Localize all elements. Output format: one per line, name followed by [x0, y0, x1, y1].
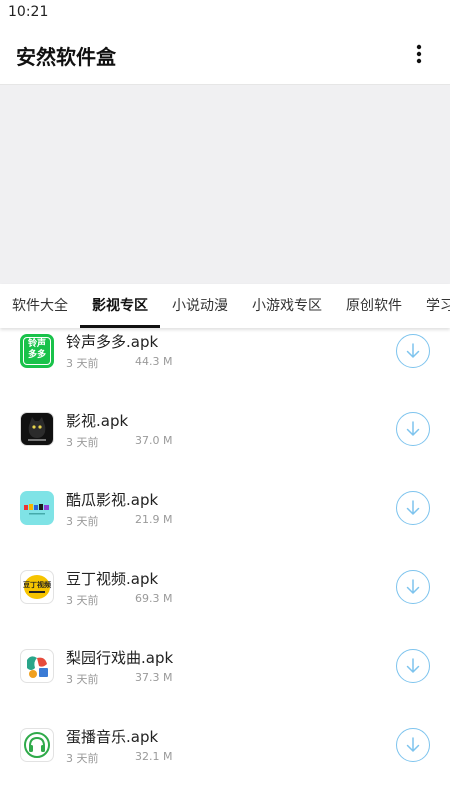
tab-video-zone[interactable]: 影视专区: [92, 284, 148, 328]
file-size: 37.3 M: [135, 671, 173, 684]
black-cat-app-icon: [20, 412, 54, 446]
download-button[interactable]: [396, 491, 430, 525]
tab-software-all[interactable]: 软件大全: [12, 284, 68, 328]
download-button[interactable]: [396, 334, 430, 368]
download-arrow-icon: [406, 737, 420, 752]
status-time: 10:21: [8, 4, 49, 20]
danbo-music-app-icon: [20, 728, 54, 762]
kugua-app-icon: [20, 491, 54, 525]
file-time: 3 天前: [66, 515, 99, 528]
file-time: 3 天前: [66, 594, 99, 607]
lingsheng-duoduo-app-icon: 铃声 多多: [20, 334, 54, 368]
list-item[interactable]: 铃声 多多 铃声多多.apk 3 天前 44.3 M: [0, 328, 450, 390]
file-size: 21.9 M: [135, 513, 173, 526]
active-tab-indicator: [80, 325, 160, 328]
file-size: 37.0 M: [135, 434, 173, 447]
list-item[interactable]: 蛋播音乐.apk 3 天前 32.1 M: [0, 706, 450, 785]
file-name: 铃声多多.apk: [66, 333, 159, 351]
liyuan-app-icon: [20, 649, 54, 683]
tab-novel-anime[interactable]: 小说动漫: [172, 284, 228, 328]
download-button[interactable]: [396, 570, 430, 604]
download-button[interactable]: [396, 728, 430, 762]
download-button[interactable]: [396, 649, 430, 683]
file-size: 44.3 M: [135, 355, 173, 368]
status-bar: 10:21: [0, 0, 450, 24]
file-time: 3 天前: [66, 436, 99, 449]
download-arrow-icon: [406, 500, 420, 515]
category-tabs: 软件大全 影视专区 小说动漫 小游戏专区 原创软件 学习: [0, 284, 450, 328]
file-size: 32.1 M: [135, 750, 173, 763]
list-item[interactable]: 酷瓜影视.apk 3 天前 21.9 M: [0, 469, 450, 548]
file-name: 影视.apk: [66, 412, 129, 430]
list-item[interactable]: 梨园行戏曲.apk 3 天前 37.3 M: [0, 627, 450, 706]
app-title: 安然软件盒: [16, 45, 116, 69]
download-arrow-icon: [406, 421, 420, 436]
file-name: 酷瓜影视.apk: [66, 491, 159, 509]
tab-study[interactable]: 学习: [426, 284, 450, 328]
file-list: 铃声 多多 铃声多多.apk 3 天前 44.3 M 影视.apk 3 天前 37…: [0, 328, 450, 800]
list-item[interactable]: 豆丁视频 豆丁视频.apk 3 天前 69.3 M: [0, 548, 450, 627]
download-button[interactable]: [396, 412, 430, 446]
file-time: 3 天前: [66, 673, 99, 686]
download-arrow-icon: [406, 658, 420, 673]
file-name: 蛋播音乐.apk: [66, 728, 159, 746]
file-name: 豆丁视频.apk: [66, 570, 159, 588]
tab-mini-games[interactable]: 小游戏专区: [252, 284, 322, 328]
douding-app-icon: 豆丁视频: [20, 570, 54, 604]
file-time: 3 天前: [66, 752, 99, 765]
file-time: 3 天前: [66, 357, 99, 370]
app-bar: 安然软件盒: [0, 24, 450, 85]
download-arrow-icon: [406, 579, 420, 594]
more-vertical-icon[interactable]: [410, 43, 428, 65]
list-item[interactable]: 影视.apk 3 天前 37.0 M: [0, 390, 450, 469]
banner-area[interactable]: [0, 85, 450, 284]
download-arrow-icon: [406, 343, 420, 358]
file-size: 69.3 M: [135, 592, 173, 605]
file-name: 梨园行戏曲.apk: [66, 649, 174, 667]
tab-original-software[interactable]: 原创软件: [346, 284, 402, 328]
